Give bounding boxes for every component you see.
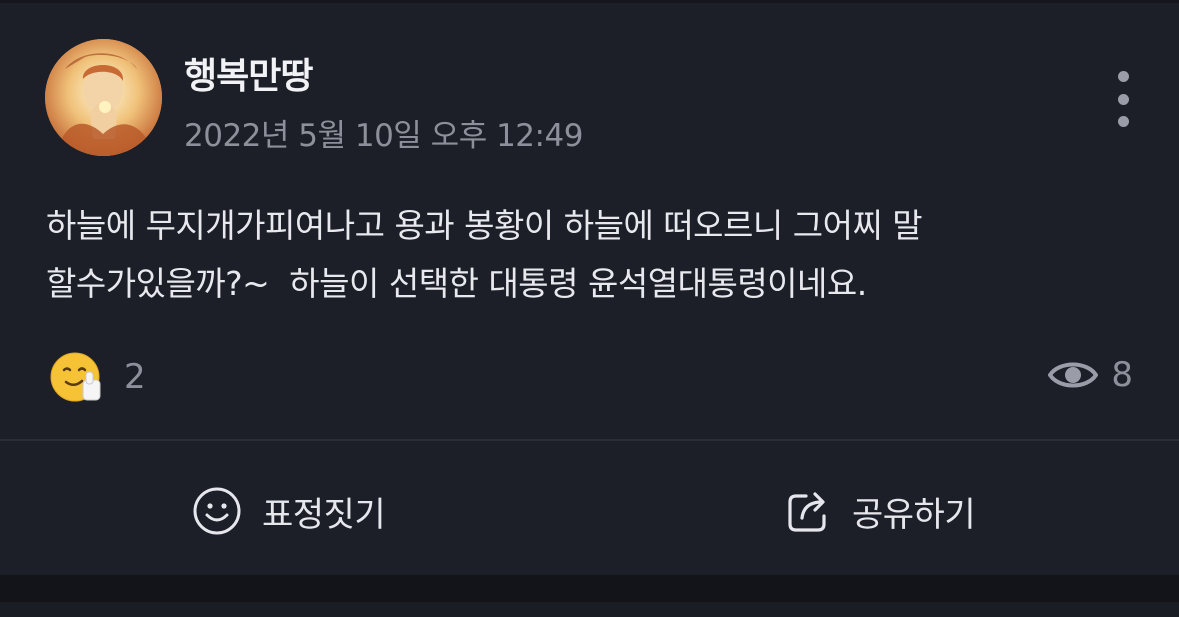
post-body: 하늘에 무지개가피여나고 용과 봉황이 하늘에 떠오르니 그어찌 말 할수가있을…: [46, 197, 1146, 313]
reaction-count: 2: [124, 357, 146, 397]
share-icon: [788, 492, 826, 532]
avatar-praying-figure: [45, 39, 162, 156]
reaction-summary[interactable]: 2: [50, 349, 146, 405]
post-timestamp: 2022년 5월 10일 오후 12:49: [184, 118, 583, 154]
post-body-line: 할수가있을까?~ 하늘이 선택한 대통령 윤석열대통령이네요.: [46, 264, 867, 303]
share-button[interactable]: 공유하기: [786, 483, 976, 539]
react-button[interactable]: 표정짓기: [192, 483, 386, 539]
card-gap: [0, 575, 1179, 602]
divider: [0, 439, 1179, 441]
eye-icon: [1048, 362, 1099, 388]
view-summary: 8: [1047, 349, 1133, 401]
post-card: 행복만땅 2022년 5월 10일 오후 12:49 하늘에 무지개가피여나고 …: [0, 3, 1179, 575]
views-count: 8: [1111, 355, 1133, 395]
more-options-icon[interactable]: [1108, 71, 1138, 127]
thumbs-up-smile-emoji: [50, 352, 101, 402]
avatar[interactable]: [45, 39, 162, 156]
post-body-line: 하늘에 무지개가피여나고 용과 봉황이 하늘에 떠오르니 그어찌 말: [46, 206, 923, 245]
share-button-label: 공유하기: [852, 494, 976, 535]
author-name[interactable]: 행복만땅: [184, 47, 313, 99]
next-card-edge: [0, 602, 1179, 617]
smiley-icon: [193, 487, 241, 535]
react-button-label: 표정짓기: [262, 494, 386, 535]
